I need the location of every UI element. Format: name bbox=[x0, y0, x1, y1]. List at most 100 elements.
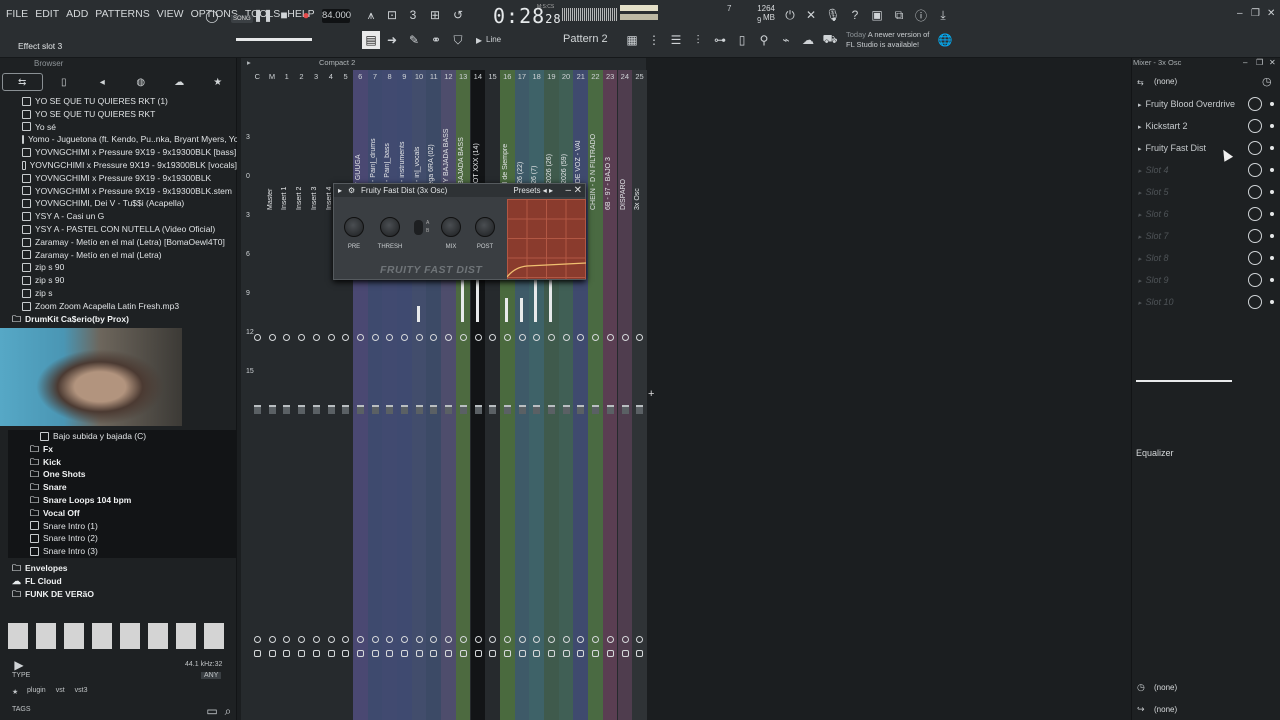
list-item[interactable]: Snare Intro (2) bbox=[8, 532, 236, 546]
help-icon[interactable]: ? bbox=[846, 6, 864, 24]
menu-patterns[interactable]: PATTERNS bbox=[95, 8, 149, 20]
route-knob[interactable] bbox=[577, 636, 585, 643]
volume-fader[interactable] bbox=[503, 405, 511, 414]
effect-slot[interactable]: ▸ Slot 4 bbox=[1138, 160, 1278, 180]
playlist-icon[interactable]: ▦ bbox=[623, 31, 641, 49]
presets-menu[interactable]: Presets ◂ ▸ bbox=[513, 184, 553, 197]
minimize-icon[interactable]: – bbox=[1237, 8, 1243, 19]
mixer-view-select[interactable]: Compact 2 bbox=[319, 58, 355, 67]
volume-fader[interactable] bbox=[606, 405, 614, 414]
route-switch[interactable] bbox=[371, 650, 379, 657]
insert-close-icon[interactable]: ✕ bbox=[1269, 58, 1276, 67]
close-icon[interactable]: ✕ bbox=[1267, 8, 1275, 19]
folder-item[interactable]: 🗀 One Shots bbox=[8, 468, 236, 482]
knob-mix[interactable] bbox=[441, 217, 461, 237]
piano-roll-icon[interactable]: ▤ bbox=[362, 31, 380, 49]
volume-fader[interactable] bbox=[386, 405, 394, 414]
folder-item[interactable]: 🗀 Kick bbox=[8, 455, 236, 469]
route-arrow-icon[interactable]: ⇆ bbox=[1137, 78, 1144, 87]
route-knob[interactable] bbox=[474, 636, 482, 643]
pan-knob[interactable] bbox=[518, 334, 526, 341]
slot-mix-knob[interactable] bbox=[1248, 119, 1262, 133]
pan-knob[interactable] bbox=[533, 334, 541, 341]
tag-item[interactable]: plugin bbox=[27, 687, 46, 694]
volume-fader[interactable] bbox=[254, 405, 261, 414]
route-switch[interactable] bbox=[459, 650, 467, 657]
browser-file-icon[interactable]: ▯ bbox=[45, 73, 84, 91]
volume-fader[interactable] bbox=[283, 405, 291, 414]
pan-knob[interactable] bbox=[577, 334, 585, 341]
tags-star-icon[interactable]: ★ bbox=[12, 688, 18, 696]
route-knob[interactable] bbox=[312, 636, 320, 643]
volume-fader[interactable] bbox=[312, 405, 320, 414]
mixer-strip[interactable]: 7 Flo Rida - Pain]_drums bbox=[367, 70, 383, 720]
mixer-strip[interactable]: 14 ONE SHOT XXX (14) bbox=[470, 70, 486, 720]
route-knob[interactable] bbox=[503, 636, 511, 643]
browser-cloud-icon[interactable]: ☁ bbox=[160, 73, 199, 91]
route-knob[interactable] bbox=[283, 636, 291, 643]
mixer-strip[interactable]: 1 Insert 1 bbox=[279, 70, 295, 720]
output-route-icon[interactable]: ↪ bbox=[1137, 704, 1145, 715]
route-switch[interactable] bbox=[298, 650, 306, 657]
volume-fader[interactable] bbox=[474, 405, 482, 414]
mode-switch[interactable] bbox=[414, 220, 423, 235]
mixer-strip[interactable]: 23 6B - 97 - BAJO 3 bbox=[602, 70, 618, 720]
slot-arrow-icon[interactable]: ▸ bbox=[1138, 102, 1142, 109]
slot-arrow-icon[interactable]: ▸ bbox=[1138, 212, 1142, 219]
mixer-icon[interactable]: ⧉ bbox=[890, 6, 908, 24]
slot-arrow-icon[interactable]: ▸ bbox=[1138, 278, 1142, 285]
effect-slot[interactable]: ▸ Slot 8 bbox=[1138, 248, 1278, 268]
list-item[interactable]: YO SE QUE TU QUIERES RKT (1) bbox=[0, 95, 237, 108]
tag-item[interactable]: vst3 bbox=[75, 687, 88, 694]
slot-arrow-icon[interactable]: ▸ bbox=[1138, 124, 1142, 131]
mixer-view-icon[interactable]: ⫶ bbox=[689, 31, 707, 49]
pan-knob[interactable] bbox=[415, 334, 423, 341]
list-item[interactable]: YSY A - Casi un G bbox=[0, 210, 237, 223]
plugin-menu-arrow-icon[interactable]: ▸ bbox=[338, 184, 342, 197]
route-knob[interactable] bbox=[356, 636, 364, 643]
drumkit-folder[interactable]: 🗀 DrumKit Ca$erio(by Prox) bbox=[0, 313, 237, 326]
cart-icon[interactable]: ⛟ bbox=[821, 31, 839, 49]
volume-fader[interactable] bbox=[533, 405, 541, 414]
list-item[interactable]: zip s 90 bbox=[0, 274, 237, 287]
slot-mix-knob[interactable] bbox=[1248, 295, 1262, 309]
folder-item[interactable]: 🗀 FUNK DE VERãO bbox=[0, 588, 228, 601]
route-switch[interactable] bbox=[533, 650, 541, 657]
list-item[interactable]: zip s 90 bbox=[0, 261, 237, 274]
tag-item[interactable]: vst bbox=[56, 687, 65, 694]
slot-arrow-icon[interactable]: ▸ bbox=[1138, 168, 1142, 175]
metronome-icon[interactable]: ⩚ bbox=[362, 6, 380, 24]
snap-select[interactable]: Line bbox=[486, 35, 501, 44]
download-icon[interactable]: ⤓ bbox=[934, 6, 952, 24]
pan-knob[interactable] bbox=[327, 334, 335, 341]
pan-knob[interactable] bbox=[430, 334, 438, 341]
effect-slot[interactable]: ▸ Slot 6 bbox=[1138, 204, 1278, 224]
slot-mix-slider[interactable] bbox=[1136, 380, 1232, 382]
input-select[interactable]: (none) bbox=[1154, 77, 1177, 86]
mixer-menu-icon[interactable]: ▸ bbox=[247, 58, 251, 67]
volume-fader[interactable] bbox=[636, 405, 644, 414]
pan-knob[interactable] bbox=[342, 334, 350, 341]
menu-file[interactable]: FILE bbox=[6, 8, 28, 20]
list-item[interactable]: Yo sé bbox=[0, 121, 237, 134]
mixer-strip[interactable]: 17KICK 2026 (22) bbox=[514, 70, 530, 720]
slot-arrow-icon[interactable]: ▸ bbox=[1138, 234, 1142, 241]
route-knob[interactable] bbox=[415, 636, 423, 643]
folder-item[interactable]: 🗀 Snare Loops 104 bpm bbox=[8, 493, 236, 507]
route-knob[interactable] bbox=[533, 636, 541, 643]
route-switch[interactable] bbox=[621, 650, 629, 657]
folder-item[interactable]: 🗀 Fx bbox=[8, 442, 236, 456]
slot-mix-knob[interactable] bbox=[1248, 97, 1262, 111]
route-knob[interactable] bbox=[606, 636, 614, 643]
pan-knob[interactable] bbox=[459, 334, 467, 341]
route-switch[interactable] bbox=[312, 650, 320, 657]
record-icon[interactable]: ● bbox=[297, 6, 315, 24]
slot-enable-led[interactable] bbox=[1270, 124, 1274, 128]
route-knob[interactable] bbox=[636, 636, 644, 643]
volume-fader[interactable] bbox=[621, 405, 629, 414]
list-item[interactable]: Snare Intro (3) bbox=[8, 545, 236, 558]
mic-icon[interactable]: 🎙 bbox=[824, 6, 842, 24]
mixer-strip[interactable]: 15Insert 15 bbox=[485, 70, 500, 720]
tools-icon[interactable]: ✕ bbox=[802, 6, 820, 24]
route-knob[interactable] bbox=[268, 636, 276, 643]
